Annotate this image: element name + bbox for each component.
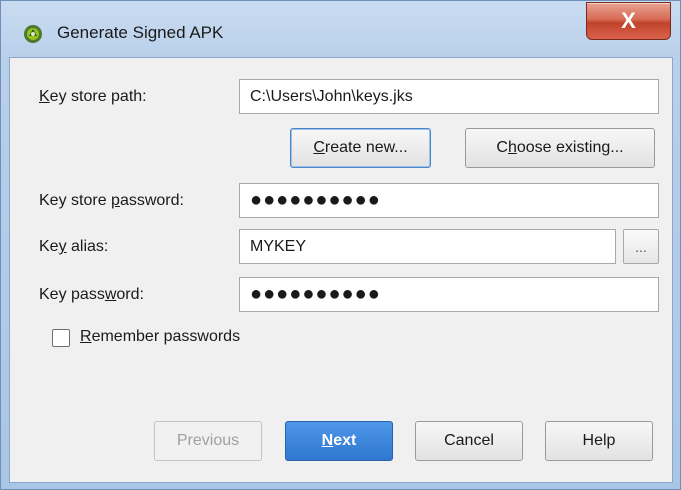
ellipsis-icon: ... xyxy=(635,238,647,255)
cancel-button[interactable]: Cancel xyxy=(415,421,523,461)
key-alias-field[interactable]: MYKEY xyxy=(239,229,616,264)
close-icon: X xyxy=(621,8,636,33)
android-studio-icon xyxy=(24,25,42,43)
help-button[interactable]: Help xyxy=(545,421,653,461)
mnemonic: K xyxy=(39,88,50,105)
mnemonic: y xyxy=(58,238,67,255)
dialog-content: Key store path: C:\Users\John\keys.jks C… xyxy=(9,57,673,483)
mnemonic: p xyxy=(111,192,120,209)
key-password-label: Key password: xyxy=(39,286,144,303)
mnemonic: C xyxy=(313,139,325,156)
key-store-password-label: Key store password: xyxy=(39,192,184,209)
title-bar[interactable]: Generate Signed APK X xyxy=(1,1,680,53)
key-store-password-value: ●●●●●●●●●● xyxy=(250,189,381,211)
remember-passwords-checkbox[interactable] xyxy=(52,329,70,347)
key-alias-browse-button[interactable]: ... xyxy=(623,229,659,264)
mnemonic: w xyxy=(104,286,117,303)
key-store-password-field[interactable]: ●●●●●●●●●● xyxy=(239,183,659,218)
window-title: Generate Signed APK xyxy=(57,23,224,42)
next-button[interactable]: Next xyxy=(285,421,393,461)
mnemonic: h xyxy=(507,139,517,156)
key-store-path-value: C:\Users\John\keys.jks xyxy=(250,87,413,105)
key-password-value: ●●●●●●●●●● xyxy=(250,283,381,305)
remember-passwords-label[interactable]: Remember passwords xyxy=(80,328,240,346)
create-new-button[interactable]: Create new... xyxy=(290,128,431,168)
key-alias-value: MYKEY xyxy=(250,237,307,255)
choose-existing-button[interactable]: Ch oose existing... xyxy=(465,128,655,168)
mnemonic: N xyxy=(321,432,334,449)
previous-button[interactable]: Previous xyxy=(154,421,262,461)
key-alias-label: Key alias: xyxy=(39,238,109,255)
mnemonic: R xyxy=(80,328,92,345)
key-store-path-field[interactable]: C:\Users\John\keys.jks xyxy=(239,79,659,114)
close-button[interactable]: X xyxy=(586,2,671,40)
dialog-window: Generate Signed APK X Key store path: C:… xyxy=(0,0,681,490)
key-store-path-label: Key store path: xyxy=(39,88,147,105)
key-password-field[interactable]: ●●●●●●●●●● xyxy=(239,277,659,312)
